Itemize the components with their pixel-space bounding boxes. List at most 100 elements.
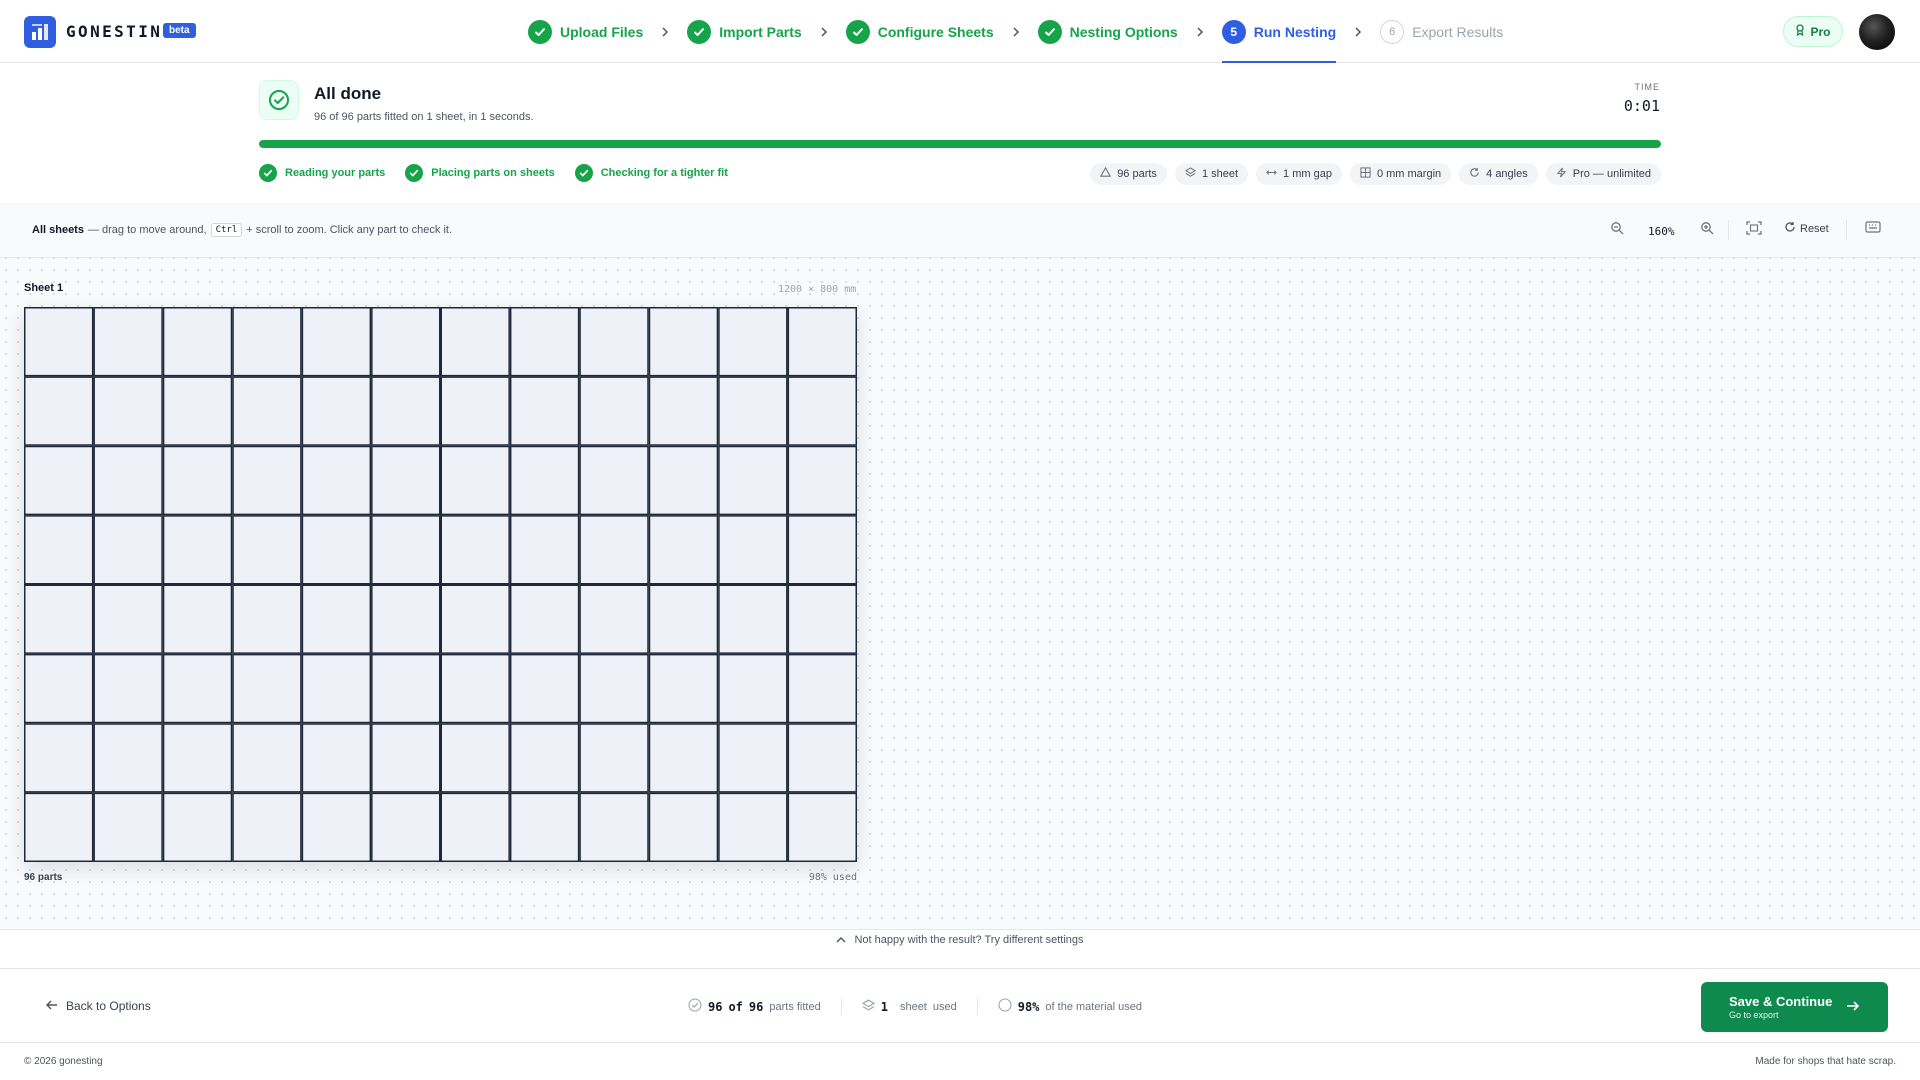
nested-part[interactable] xyxy=(371,584,441,654)
nested-part[interactable] xyxy=(718,584,788,654)
nested-part[interactable] xyxy=(440,792,510,862)
nested-part[interactable] xyxy=(162,376,233,446)
nested-part[interactable] xyxy=(509,376,580,446)
step-import-parts[interactable]: Import Parts xyxy=(687,0,802,63)
nested-part[interactable] xyxy=(787,723,857,793)
app-logo-icon[interactable] xyxy=(24,16,56,48)
nested-part[interactable] xyxy=(579,653,649,724)
nested-part[interactable] xyxy=(24,445,94,516)
nested-part[interactable] xyxy=(509,445,580,516)
nested-part[interactable] xyxy=(24,792,94,862)
nested-part[interactable] xyxy=(787,584,857,654)
nested-part[interactable] xyxy=(301,515,372,585)
nested-part[interactable] xyxy=(787,792,857,862)
zoom-in-button[interactable] xyxy=(1700,221,1714,238)
nested-part[interactable] xyxy=(718,653,788,724)
nested-part[interactable] xyxy=(301,584,372,654)
nested-part[interactable] xyxy=(232,792,302,862)
nested-part[interactable] xyxy=(371,653,441,724)
nested-part[interactable] xyxy=(509,307,580,377)
nested-part[interactable] xyxy=(718,515,788,585)
nested-part[interactable] xyxy=(648,515,719,585)
nested-part[interactable] xyxy=(787,653,857,724)
nested-part[interactable] xyxy=(440,376,510,446)
nested-part[interactable] xyxy=(162,584,233,654)
nested-part[interactable] xyxy=(787,307,857,377)
step-nesting-options[interactable]: Nesting Options xyxy=(1037,0,1178,63)
nested-part[interactable] xyxy=(232,376,302,446)
nested-part[interactable] xyxy=(24,376,94,446)
fit-view-button[interactable] xyxy=(1746,221,1762,238)
nested-part[interactable] xyxy=(440,723,510,793)
nested-part[interactable] xyxy=(162,515,233,585)
nested-part[interactable] xyxy=(301,723,372,793)
nested-part[interactable] xyxy=(579,584,649,654)
nested-part[interactable] xyxy=(440,584,510,654)
nested-part[interactable] xyxy=(371,792,441,862)
nested-part[interactable] xyxy=(93,653,163,724)
nested-part[interactable] xyxy=(648,584,719,654)
nested-part[interactable] xyxy=(787,515,857,585)
nested-part[interactable] xyxy=(579,792,649,862)
nested-part[interactable] xyxy=(93,376,163,446)
step-run-nesting[interactable]: 5 Run Nesting xyxy=(1221,0,1337,63)
nested-part[interactable] xyxy=(440,307,510,377)
nested-part[interactable] xyxy=(371,376,441,446)
nested-part[interactable] xyxy=(162,307,233,377)
sheet-parts-grid[interactable] xyxy=(24,307,857,862)
nested-part[interactable] xyxy=(509,653,580,724)
nested-part[interactable] xyxy=(718,792,788,862)
nested-part[interactable] xyxy=(232,723,302,793)
nested-part[interactable] xyxy=(718,723,788,793)
nested-part[interactable] xyxy=(509,515,580,585)
nested-part[interactable] xyxy=(440,515,510,585)
nested-part[interactable] xyxy=(162,723,233,793)
nested-part[interactable] xyxy=(579,515,649,585)
nested-part[interactable] xyxy=(24,307,94,377)
nested-part[interactable] xyxy=(648,445,719,516)
pro-badge[interactable]: Pro xyxy=(1783,16,1843,47)
nested-part[interactable] xyxy=(232,584,302,654)
nested-part[interactable] xyxy=(301,792,372,862)
nested-part[interactable] xyxy=(509,723,580,793)
nested-part[interactable] xyxy=(509,584,580,654)
nested-part[interactable] xyxy=(93,515,163,585)
zoom-out-button[interactable] xyxy=(1610,221,1624,238)
nested-part[interactable] xyxy=(162,792,233,862)
nested-part[interactable] xyxy=(440,445,510,516)
nested-part[interactable] xyxy=(718,376,788,446)
nested-part[interactable] xyxy=(509,792,580,862)
nested-part[interactable] xyxy=(440,653,510,724)
nested-part[interactable] xyxy=(579,723,649,793)
nested-part[interactable] xyxy=(371,445,441,516)
nested-part[interactable] xyxy=(232,653,302,724)
nested-part[interactable] xyxy=(371,515,441,585)
nested-part[interactable] xyxy=(24,515,94,585)
nested-part[interactable] xyxy=(371,723,441,793)
save-continue-button[interactable]: Save & Continue Go to export xyxy=(1701,982,1888,1032)
nested-part[interactable] xyxy=(371,307,441,377)
nested-part[interactable] xyxy=(648,792,719,862)
nested-part[interactable] xyxy=(93,792,163,862)
nested-part[interactable] xyxy=(232,445,302,516)
avatar[interactable] xyxy=(1859,14,1895,50)
retry-toggle[interactable]: Not happy with the result? Try different… xyxy=(0,934,1920,946)
nested-part[interactable] xyxy=(648,653,719,724)
step-upload-files[interactable]: Upload Files xyxy=(528,0,643,63)
nested-part[interactable] xyxy=(301,445,372,516)
reset-button[interactable]: Reset xyxy=(1784,221,1829,236)
nested-part[interactable] xyxy=(718,445,788,516)
step-configure-sheets[interactable]: Configure Sheets xyxy=(845,0,994,63)
nested-part[interactable] xyxy=(648,723,719,793)
nested-part[interactable] xyxy=(787,376,857,446)
sheet-preview[interactable] xyxy=(24,307,857,862)
nested-part[interactable] xyxy=(162,653,233,724)
nested-part[interactable] xyxy=(93,445,163,516)
nested-part[interactable] xyxy=(301,376,372,446)
nested-part[interactable] xyxy=(93,307,163,377)
nested-part[interactable] xyxy=(232,515,302,585)
nested-part[interactable] xyxy=(93,723,163,793)
nested-part[interactable] xyxy=(24,723,94,793)
nested-part[interactable] xyxy=(579,376,649,446)
nested-part[interactable] xyxy=(718,307,788,377)
